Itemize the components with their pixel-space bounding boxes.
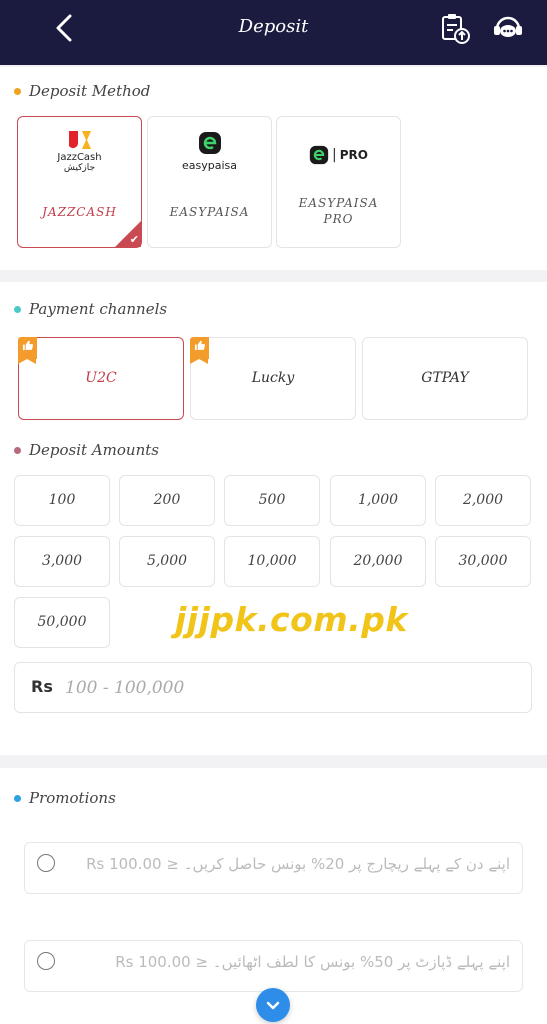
mauve-dot-icon [14,446,21,454]
amount-option[interactable]: 3,000 [14,536,110,587]
top-bar: Deposit [0,0,547,65]
method-label: EASYPAISA PRO [298,196,379,226]
amount-option[interactable]: 1,000 [330,475,426,526]
promotions-title: Promotions [29,789,116,807]
scroll-down-chevron-icon[interactable] [256,988,290,1022]
amount-option[interactable]: 5,000 [119,536,215,587]
pro-logo-text: PRO [339,148,368,162]
thumbs-up-badge-icon [190,337,209,364]
watermark-text: jjjpk.com.pk [175,600,408,639]
channel-card-gtpay[interactable]: GTPAY [362,337,528,420]
clipboard-upload-icon[interactable] [436,10,472,46]
amount-option[interactable]: 50,000 [14,597,110,648]
easypaisa-logo: easypaisa [148,131,271,172]
channel-label: U2C [85,370,117,386]
channel-card-lucky[interactable]: Lucky [190,337,356,420]
method-card-jazzcash[interactable]: JazzCash جازکیش JAZZCASH ✔ [17,116,142,248]
amount-option[interactable]: 2,000 [435,475,531,526]
amount-input[interactable] [65,673,505,703]
channel-label: Lucky [251,370,295,386]
radio-button[interactable] [37,952,55,970]
promotions-heading: Promotions [14,789,116,807]
teal-dot-icon [14,305,21,313]
support-chat-icon[interactable] [490,10,526,46]
thumbs-up-badge-icon [18,337,37,364]
amount-option[interactable]: 100 [14,475,110,526]
jazzcash-logo-text: JazzCash [57,152,102,163]
payment-channels-heading: Payment channels [14,300,167,318]
jazzcash-logo-icon [68,131,91,149]
orange-dot-icon [14,87,21,95]
promotion-item[interactable]: Rs 100.00 ≥ اپنے دن کے پہلے ریچارج پر 20… [24,842,523,894]
channel-label: GTPAY [421,370,469,386]
method-card-easypaisa[interactable]: easypaisa EASYPAISA [147,116,272,248]
promotion-item[interactable]: Rs 100.00 ≥ اپنے پہلے ڈپازٹ پر 50% بونس … [24,940,523,992]
deposit-method-title: Deposit Method [29,82,151,100]
deposit-amounts-title: Deposit Amounts [29,441,159,459]
easypaisa-logo-icon [198,132,221,154]
radio-button[interactable] [37,854,55,872]
easypaisa-pro-logo: | PRO [277,145,400,165]
amount-option[interactable]: 200 [119,475,215,526]
jazzcash-logo: JazzCash جازکیش [18,129,141,173]
channel-card-u2c[interactable]: U2C [18,337,184,420]
easypaisa-logo-text: easypaisa [182,159,237,172]
method-label: EASYPAISA [169,205,250,219]
blue-dot-icon [14,794,21,802]
currency-label: Rs [31,677,53,696]
checkmark-icon: ✔ [129,233,139,246]
deposit-amounts-heading: Deposit Amounts [14,441,159,459]
amount-option[interactable]: 10,000 [224,536,320,587]
method-card-easypaisa-pro[interactable]: | PRO EASYPAISA PRO [276,116,401,248]
promotion-text: Rs 100.00 ≥ اپنے دن کے پہلے ریچارج پر 20… [86,855,510,873]
method-label: JAZZCASH [42,205,117,219]
promotion-text: Rs 100.00 ≥ اپنے پہلے ڈپازٹ پر 50% بونس … [115,953,510,971]
amount-option[interactable]: 20,000 [330,536,426,587]
amount-option[interactable]: 500 [224,475,320,526]
easypaisa-pro-logo-icon [309,145,329,165]
jazzcash-logo-subtext: جازکیش [63,163,96,173]
amount-input-box[interactable]: Rs [14,662,532,713]
payment-channels-title: Payment channels [29,300,168,318]
deposit-method-heading: Deposit Method [14,82,150,100]
amount-option[interactable]: 30,000 [435,536,531,587]
